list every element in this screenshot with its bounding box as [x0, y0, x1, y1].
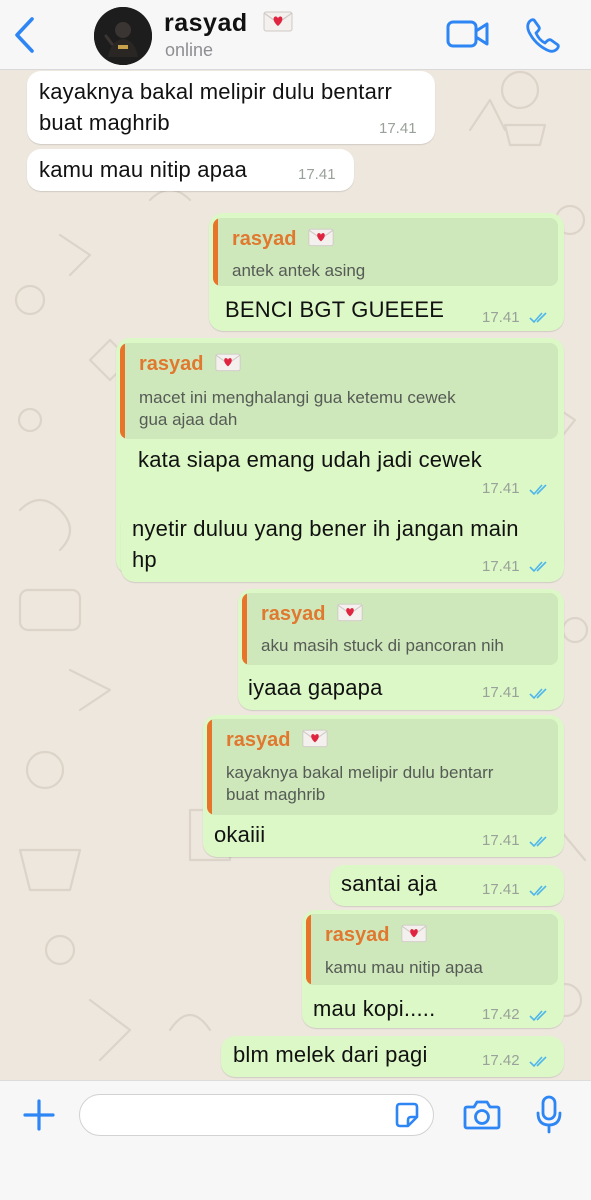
love-letter-icon: [302, 729, 328, 748]
love-letter-icon: [337, 603, 363, 622]
chat-header: rasyad online: [0, 0, 591, 70]
message-list[interactable]: kayaknya bakal melipir dulu bentarr buat …: [0, 70, 591, 1080]
message-text: okaiii: [214, 822, 266, 847]
camera-icon: [463, 1100, 501, 1130]
read-ticks-icon: [529, 688, 547, 700]
read-ticks-icon: [529, 312, 547, 324]
quoted-text: macet ini menghalangi gua ketemu cewek gu…: [139, 388, 456, 429]
love-letter-icon: [308, 228, 334, 247]
microphone-icon: [536, 1095, 562, 1134]
avatar-image: [94, 7, 152, 65]
message-text: mau kopi.....: [313, 996, 436, 1021]
quoted-reply[interactable]: rasyad macet ini menghalangi gua ketemu …: [120, 343, 558, 439]
message-time: 17.41: [482, 309, 520, 326]
quoted-text: kamu mau nitip apaa: [325, 958, 483, 977]
message-bubble-outgoing[interactable]: santai aja 17.41: [330, 865, 564, 906]
message-time: 17.41: [298, 166, 336, 183]
message-text: kata siapa emang udah jadi cewek: [138, 447, 482, 472]
camera-button[interactable]: [463, 1099, 501, 1131]
quoted-reply[interactable]: rasyad aku masih stuck di pancoran nih: [242, 593, 558, 665]
composer-bar: [0, 1080, 591, 1200]
message-bubble-outgoing[interactable]: nyetir duluu yang bener ih jangan main hp…: [121, 510, 564, 582]
read-ticks-icon: [529, 885, 547, 897]
message-time: 17.42: [482, 1006, 520, 1023]
message-text: BENCI BGT GUEEEE: [225, 297, 445, 322]
message-time: 17.41: [482, 558, 520, 575]
contact-status: online: [165, 40, 214, 60]
message-bubble-incoming[interactable]: kamu mau nitip apaa 17.41: [27, 149, 354, 191]
quoted-author: rasyad: [325, 923, 427, 947]
message-text: blm melek dari pagi: [233, 1042, 428, 1067]
read-ticks-icon: [529, 561, 547, 573]
message-time: 17.41: [482, 832, 520, 849]
message-bubble-outgoing[interactable]: rasyad antek antek asing BENCI BGT GUEEE…: [209, 213, 564, 331]
message-text: santai aja: [341, 871, 438, 896]
message-bubble-outgoing[interactable]: blm melek dari pagi 17.42: [221, 1036, 564, 1077]
message-time: 17.41: [482, 684, 520, 701]
message-time: 17.41: [482, 480, 520, 497]
quoted-reply[interactable]: rasyad kayaknya bakal melipir dulu benta…: [207, 719, 558, 815]
message-text: kamu mau nitip apaa: [39, 157, 248, 182]
message-time: 17.41: [379, 120, 417, 137]
video-camera-icon: [446, 20, 489, 48]
quoted-text: kayaknya bakal melipir dulu bentarr buat …: [226, 763, 494, 804]
message-text: nyetir duluu yang bener ih jangan main hp: [132, 516, 519, 572]
message-input[interactable]: [79, 1094, 434, 1136]
contact-name[interactable]: rasyad: [164, 9, 293, 38]
love-letter-icon: [263, 11, 293, 32]
message-bubble-incoming[interactable]: kayaknya bakal melipir dulu bentarr buat …: [27, 71, 435, 144]
love-letter-icon: [215, 353, 241, 372]
read-ticks-icon: [529, 836, 547, 848]
quoted-author: rasyad: [261, 602, 363, 626]
quoted-author: rasyad: [226, 728, 328, 752]
phone-icon: [526, 18, 560, 53]
voice-call-button[interactable]: [524, 16, 562, 54]
quoted-author: rasyad: [139, 352, 241, 376]
read-ticks-icon: [529, 1010, 547, 1022]
message-time: 17.42: [482, 1052, 520, 1069]
quoted-reply[interactable]: rasyad antek antek asing: [213, 218, 558, 286]
microphone-button[interactable]: [535, 1095, 563, 1135]
read-ticks-icon: [529, 484, 547, 496]
message-bubble-outgoing[interactable]: rasyad kayaknya bakal melipir dulu benta…: [203, 715, 564, 857]
plus-icon: [23, 1099, 55, 1131]
read-ticks-icon: [529, 1056, 547, 1068]
chevron-left-icon: [15, 17, 34, 53]
message-bubble-outgoing[interactable]: rasyad aku masih stuck di pancoran nih i…: [238, 589, 564, 710]
message-bubble-outgoing[interactable]: rasyad kamu mau nitip apaa mau kopi.....…: [302, 910, 564, 1028]
sticker-button[interactable]: [393, 1102, 421, 1130]
quoted-text: aku masih stuck di pancoran nih: [261, 636, 504, 655]
sticker-icon: [395, 1102, 419, 1128]
attach-button[interactable]: [22, 1098, 56, 1132]
message-time: 17.41: [482, 881, 520, 898]
video-call-button[interactable]: [446, 17, 490, 51]
quoted-author: rasyad: [232, 227, 334, 251]
quoted-text: antek antek asing: [232, 261, 366, 280]
message-text: kayaknya bakal melipir dulu bentarr buat …: [39, 79, 393, 135]
back-button[interactable]: [8, 14, 42, 56]
message-text: iyaaa gapapa: [248, 675, 383, 700]
quoted-reply[interactable]: rasyad kamu mau nitip apaa: [306, 914, 558, 985]
love-letter-icon: [401, 924, 427, 943]
avatar[interactable]: [94, 7, 152, 65]
